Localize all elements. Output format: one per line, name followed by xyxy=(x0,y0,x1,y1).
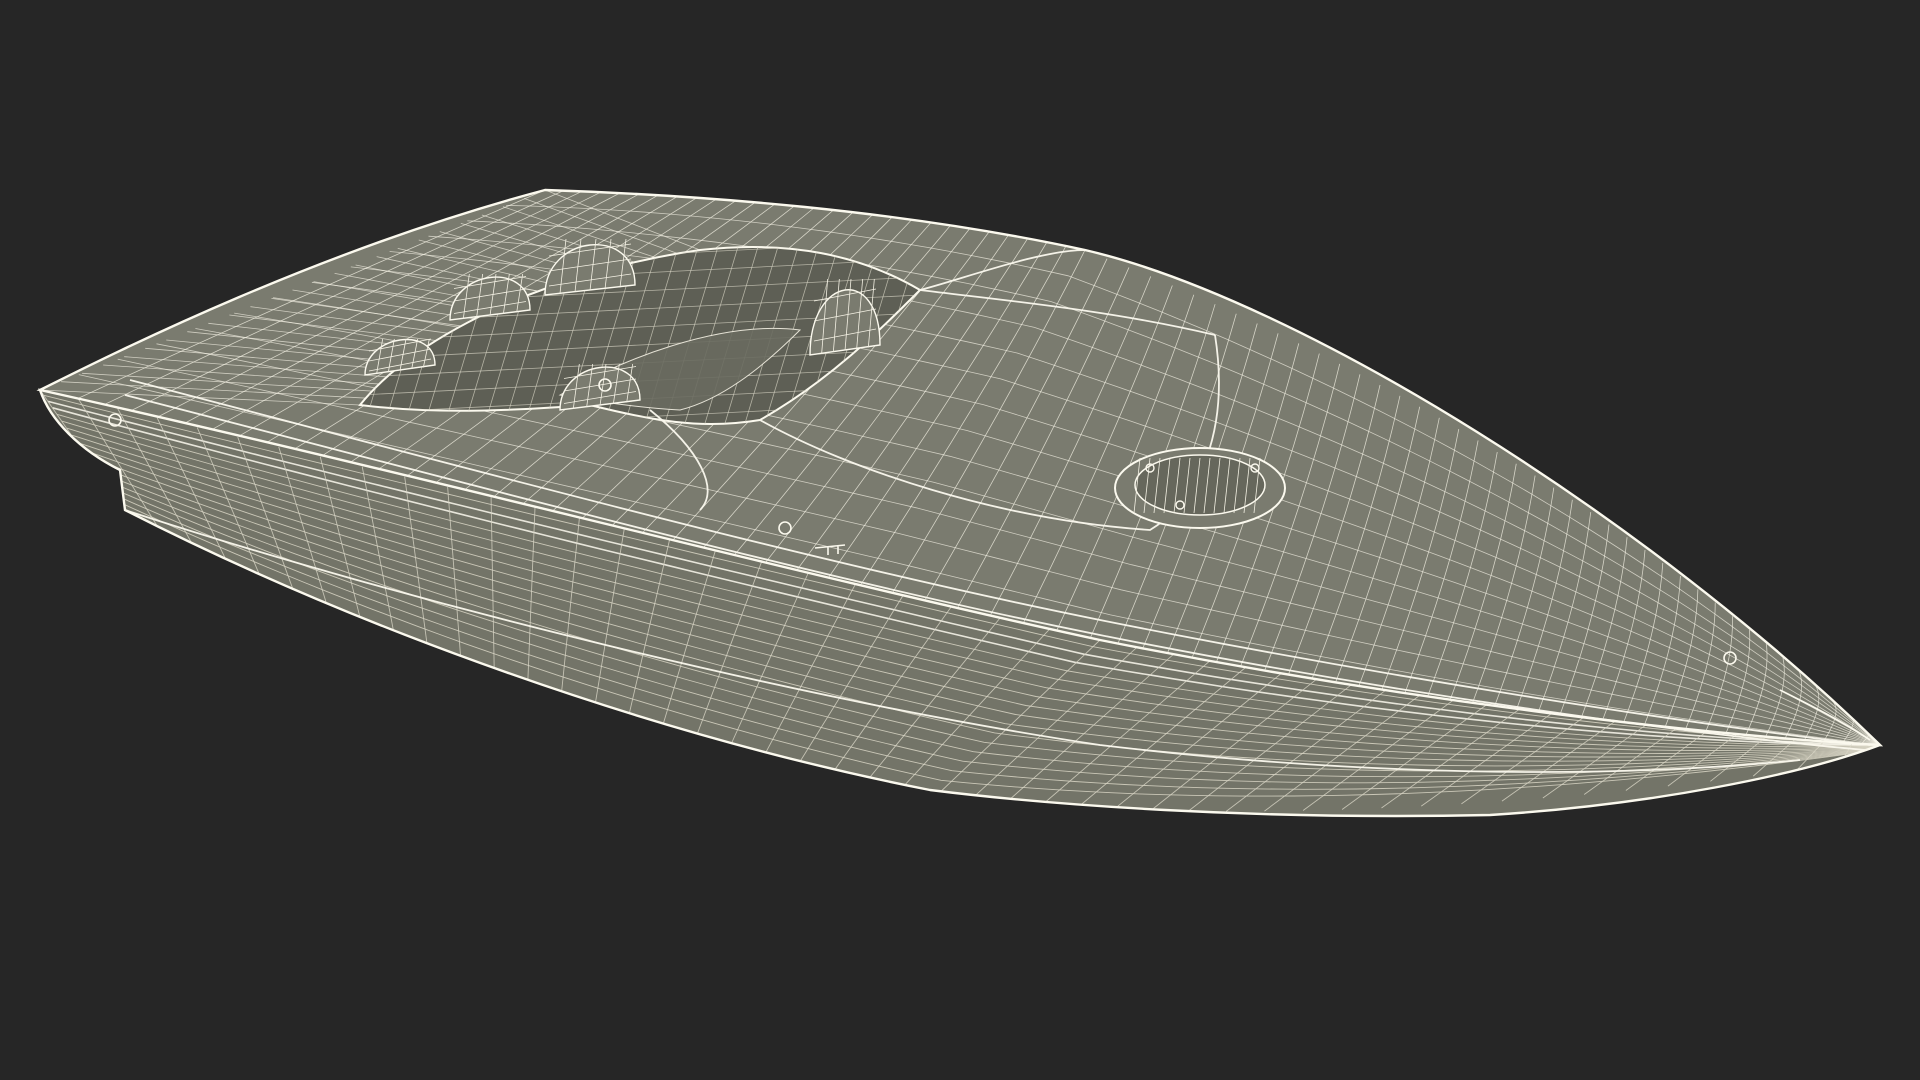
deck-hatch-icon xyxy=(1114,447,1286,529)
boat-wireframe-render xyxy=(36,188,1884,818)
deck-cross-line xyxy=(1879,739,1880,745)
hull-rib-line xyxy=(1879,744,1880,759)
render-viewport xyxy=(0,0,1920,1080)
